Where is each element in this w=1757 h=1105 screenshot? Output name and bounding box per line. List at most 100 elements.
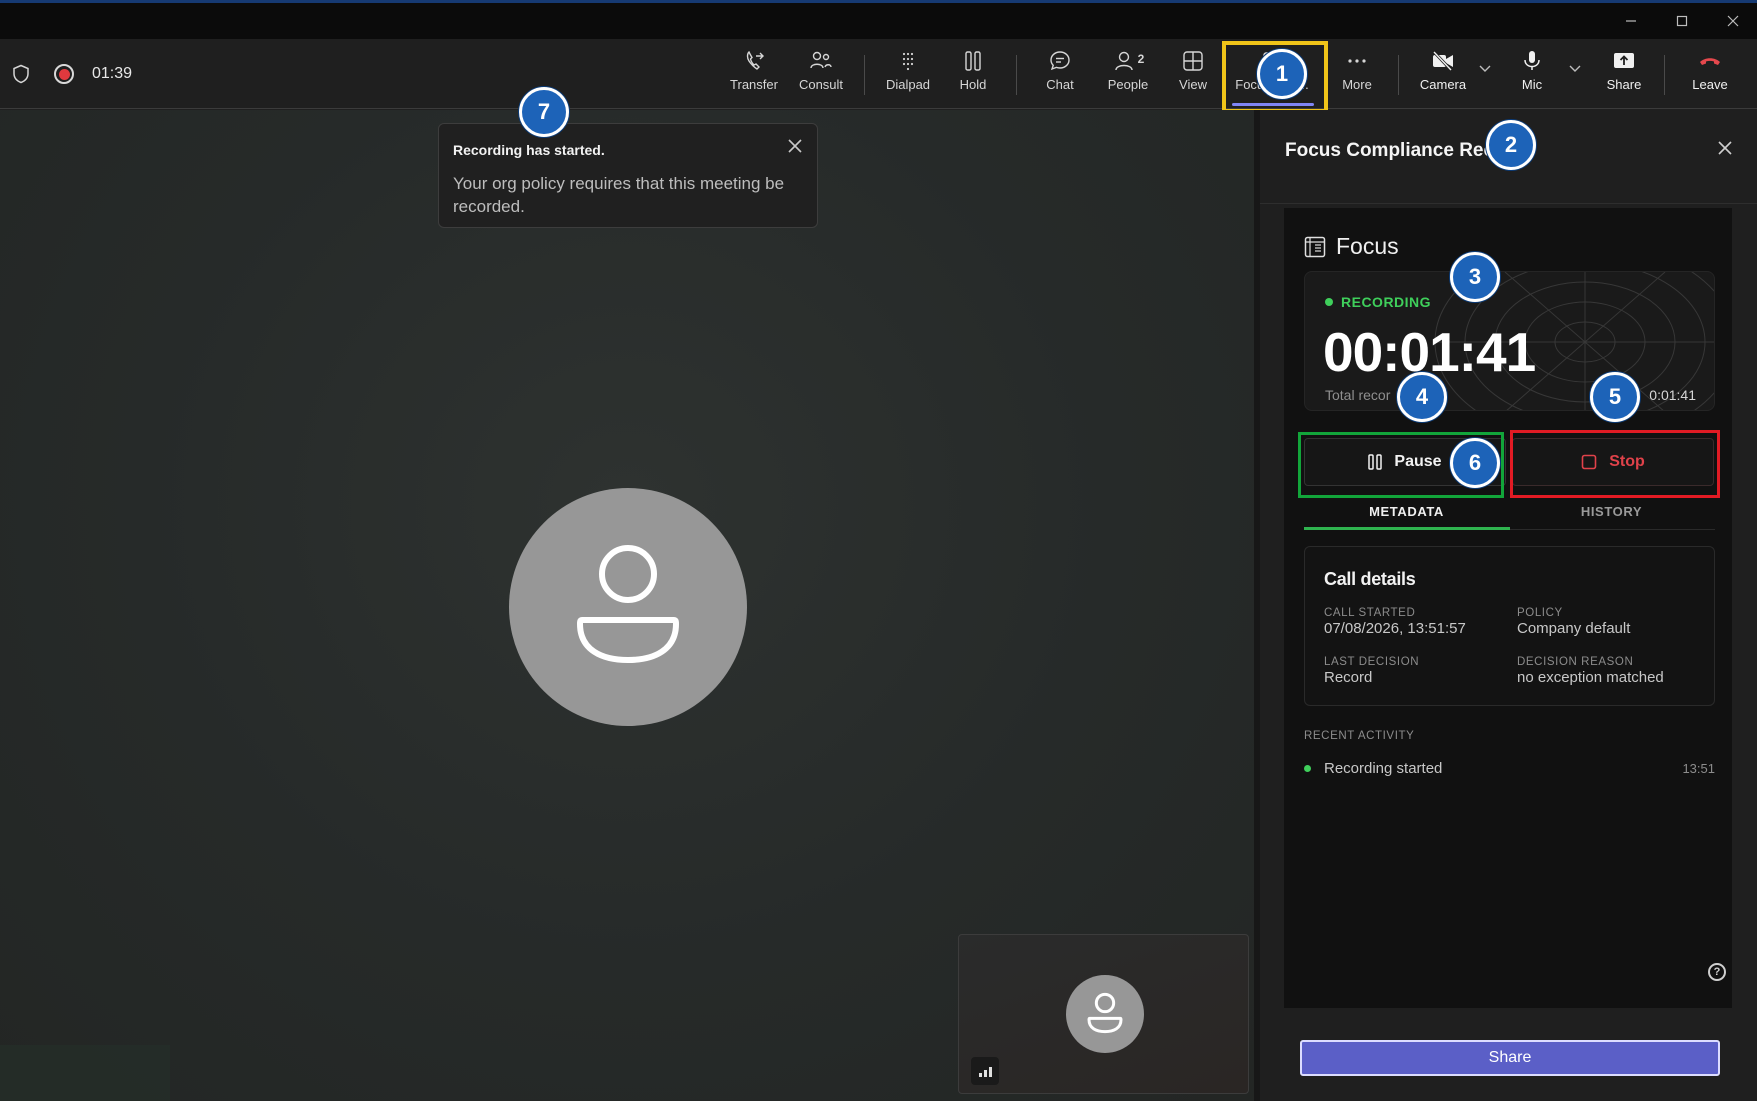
dialpad-button[interactable]: Dialpad [880,49,936,101]
maximize-icon[interactable] [1660,3,1704,39]
person-icon [576,545,680,664]
help-icon[interactable]: ? [1708,963,1726,981]
mic-options-chevron-icon[interactable] [1568,61,1582,78]
recording-status: RECORDING [1325,294,1431,310]
hold-icon [965,51,981,71]
toolbar-divider [864,55,865,95]
decision-reason-value: no exception matched [1517,669,1664,686]
camera-label: Camera [1419,77,1467,92]
people-label: People [1107,77,1149,92]
panel-tabs: METADATA HISTORY [1304,490,1715,530]
more-label: More [1342,77,1372,92]
policy-value: Company default [1517,620,1631,637]
share-screen-label: Share [1606,77,1642,92]
title-bar [0,3,1757,39]
dialpad-icon [902,52,914,71]
annotation-badge-7: 7 [519,87,569,137]
focus-compliance-panel: Focus Compliance Rec Focus RECORDING 00:… [1260,110,1757,1101]
call-started-label: CALL STARTED [1324,607,1416,619]
annotation-badge-5: 5 [1590,372,1640,422]
transfer-button[interactable]: Transfer [728,49,780,101]
call-elapsed-time: 01:39 [92,65,133,82]
policy-label: POLICY [1517,607,1563,619]
self-video-tile[interactable] [958,934,1249,1094]
mic-label: Mic [1521,77,1543,92]
people-icon [1114,51,1133,71]
last-decision-value: Record [1324,669,1373,686]
toast-body: Your org policy requires that this meeti… [453,174,785,216]
recording-indicator-icon [54,64,74,84]
annotation-badge-4: 4 [1397,372,1447,422]
toolbar-divider [1398,55,1399,95]
call-status-area: 01:39 [12,39,132,109]
tab-metadata[interactable]: METADATA [1304,504,1509,519]
annotation-badge-3: 3 [1450,252,1500,302]
recording-status-box: RECORDING 00:01:41 Total recore LE0:01:4… [1304,271,1715,411]
focus-logo-icon [1304,236,1326,257]
mic-icon [1524,51,1540,70]
list-item: Recording started 13:51 [1304,760,1715,777]
stop-highlight [1510,430,1720,498]
transfer-icon [746,50,764,70]
toolbar-divider [1016,55,1017,95]
leave-label: Leave [1692,77,1728,92]
tab-history[interactable]: HISTORY [1509,504,1714,519]
consult-label: Consult [798,77,844,92]
camera-options-chevron-icon[interactable] [1478,61,1492,78]
stage-shade [0,1045,170,1101]
toolbar-divider [1664,55,1665,95]
focus-brand: Focus [1304,233,1399,260]
toast-title: Recording has started. [453,142,605,158]
chat-label: Chat [1046,77,1074,92]
close-icon[interactable] [1711,3,1755,39]
dialpad-label: Dialpad [885,77,931,92]
share-screen-icon [1614,53,1634,68]
mic-button[interactable]: Mic [1510,49,1554,101]
camera-button[interactable]: Camera [1415,49,1471,101]
view-button[interactable]: View [1169,49,1217,101]
camera-off-icon [1432,50,1453,72]
hold-button[interactable]: Hold [948,49,998,101]
people-button[interactable]: 2 People [1100,49,1156,101]
chat-button[interactable]: Chat [1035,49,1085,101]
leave-button[interactable]: Leave [1686,49,1734,101]
person-icon [1087,992,1123,1034]
chat-icon [1050,51,1070,71]
more-icon [1348,59,1366,63]
activity-dot-icon [1304,765,1311,772]
panel-header-divider [1260,203,1757,204]
self-avatar [1066,975,1144,1053]
transfer-label: Transfer [730,77,778,92]
decision-reason-label: DECISION REASON [1517,656,1634,668]
view-label: View [1179,77,1207,92]
call-started-value: 07/08/2026, 13:51:57 [1324,620,1466,637]
last-decision-label: LAST DECISION [1324,656,1420,668]
more-button[interactable]: More [1333,49,1381,101]
signal-strength-icon [971,1057,999,1085]
share-screen-button[interactable]: Share [1600,49,1648,101]
focus-app-card: Focus RECORDING 00:01:41 Total recore LE… [1284,208,1732,1008]
consult-icon [810,51,832,69]
people-count-badge: 2 [1137,52,1145,66]
toast-close-icon[interactable] [787,138,803,158]
call-details-card: Call details CALL STARTED 07/08/2026, 13… [1304,546,1715,706]
recent-activity-label: RECENT ACTIVITY [1304,730,1415,742]
recording-status-dot-icon [1325,298,1333,306]
consult-button[interactable]: Consult [795,49,847,101]
view-icon [1183,51,1203,71]
panel-close-icon[interactable] [1717,136,1733,162]
hang-up-icon [1700,58,1720,65]
call-details-title: Call details [1324,569,1416,589]
annotation-badge-6: 6 [1450,438,1500,488]
recording-status-label: RECORDING [1341,294,1432,310]
panel-title: Focus Compliance Rec [1285,140,1495,161]
active-tab-underline [1304,527,1510,530]
minimize-icon[interactable] [1609,3,1653,39]
participant-avatar [509,488,747,726]
share-button[interactable]: Share [1300,1040,1720,1076]
focus-brand-name: Focus [1336,233,1399,259]
teams-call-window: 01:39 Transfer Consult Dialpad Hold Chat [0,0,1757,1101]
activity-time: 13:51 [1682,761,1715,776]
hold-label: Hold [959,77,987,92]
annotation-badge-2: 2 [1486,120,1536,170]
